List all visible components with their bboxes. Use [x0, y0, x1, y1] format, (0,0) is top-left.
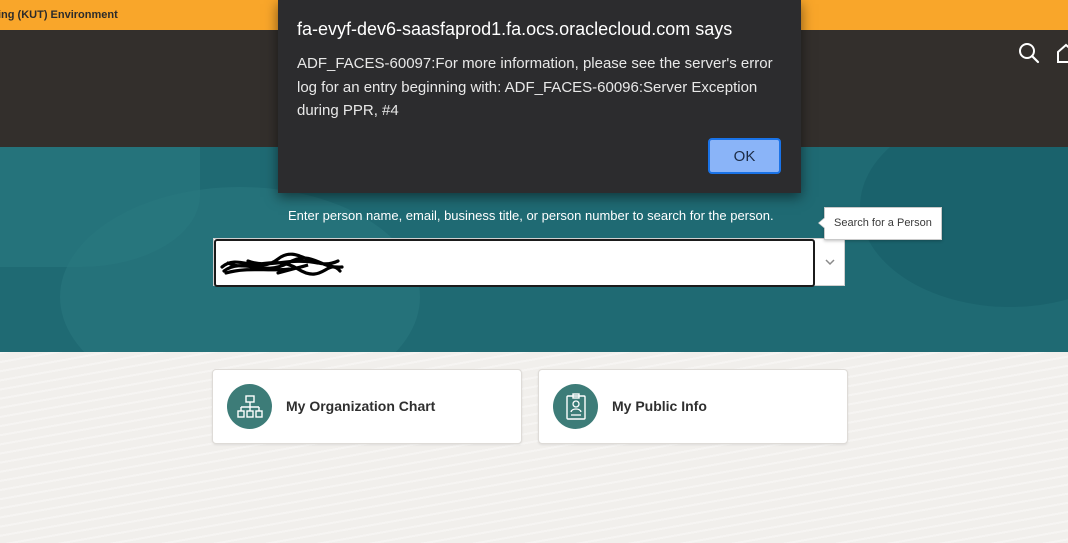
card-label: My Organization Chart [286, 398, 436, 414]
person-search-box [213, 238, 845, 287]
home-icon[interactable] [1056, 42, 1068, 69]
alert-dialog: fa-evyf-dev6-saasfaprod1.fa.ocs.oraclecl… [278, 0, 801, 193]
search-icon[interactable] [1018, 42, 1040, 69]
card-label: My Public Info [612, 398, 707, 414]
org-chart-icon [227, 384, 272, 429]
badge-icon [553, 384, 598, 429]
environment-banner-text: ing (KUT) Environment [0, 9, 118, 21]
search-hint: Enter person name, email, business title… [288, 208, 774, 223]
dialog-title: fa-evyf-dev6-saasfaprod1.fa.ocs.oraclecl… [297, 19, 733, 39]
card-my-organization-chart[interactable]: My Organization Chart [212, 369, 522, 444]
dialog-message: ADF_FACES-60097:For more information, pl… [297, 55, 773, 119]
card-my-public-info[interactable]: My Public Info [538, 369, 848, 444]
search-tooltip: Search for a Person [818, 207, 942, 240]
search-dropdown-button[interactable] [815, 239, 844, 285]
quick-actions-area: My Organization Chart My Public Info [0, 352, 1068, 543]
ok-button[interactable]: OK [708, 138, 781, 174]
redaction-scribble [220, 252, 344, 276]
chevron-down-icon [824, 259, 835, 266]
